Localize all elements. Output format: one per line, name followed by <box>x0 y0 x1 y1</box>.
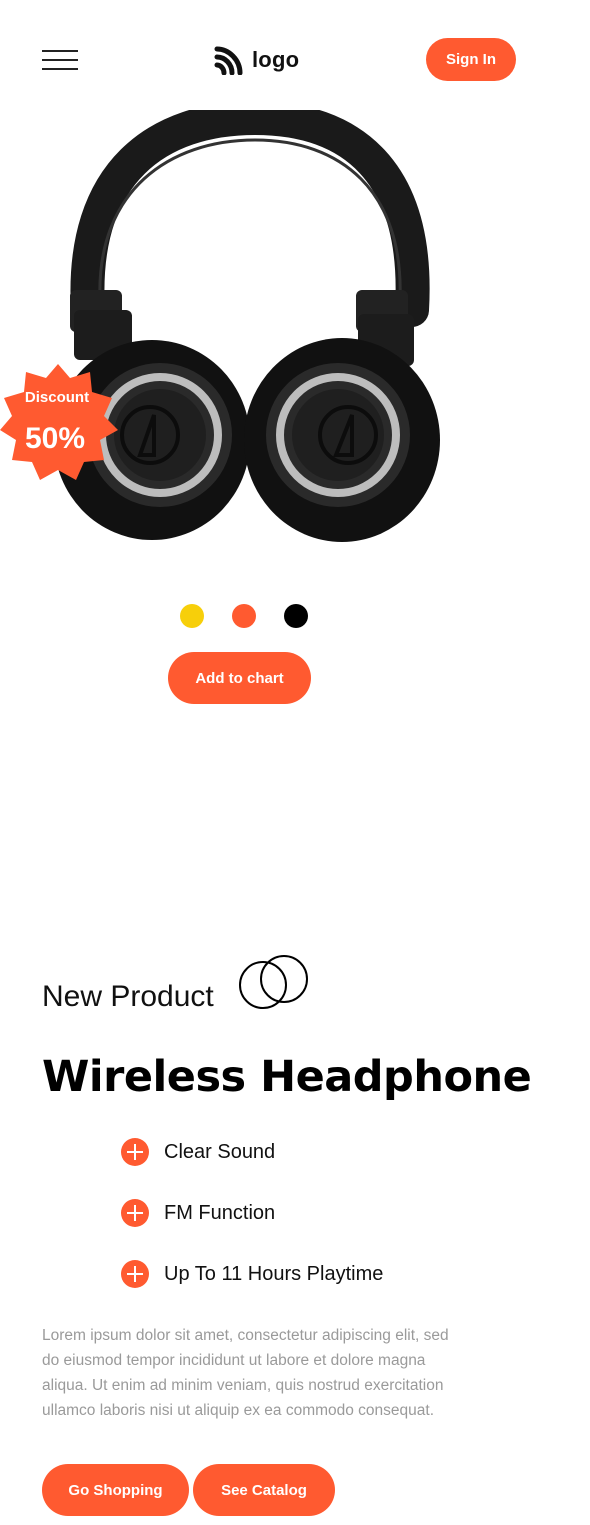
feature-label: FM Function <box>164 1201 276 1224</box>
menu-line <box>42 59 78 61</box>
logo[interactable]: logo <box>214 44 299 76</box>
product-title: Wireless Headphone <box>42 1052 532 1102</box>
feature-label: Up To 11 Hours Playtime <box>164 1262 384 1285</box>
discount-value: 50% <box>24 422 86 455</box>
see-catalog-button[interactable]: See Catalog <box>193 1464 335 1516</box>
hamburger-menu-icon[interactable] <box>42 50 78 72</box>
discount-badge: Discount 50% <box>0 362 122 484</box>
go-shopping-button[interactable]: Go Shopping <box>42 1464 189 1516</box>
product-description: Lorem ipsum dolor sit amet, consectetur … <box>42 1327 449 1419</box>
color-swatch-black[interactable] <box>284 604 308 628</box>
add-to-cart-button[interactable]: Add to chart <box>168 652 311 704</box>
sign-in-button[interactable]: Sign In <box>426 38 516 81</box>
plus-circle-icon <box>121 1138 149 1166</box>
headphones-image <box>54 110 440 542</box>
logo-text: logo <box>252 47 300 72</box>
feature-item: Clear Sound <box>121 1137 275 1167</box>
color-swatch-yellow[interactable] <box>180 604 204 628</box>
menu-line <box>42 50 78 52</box>
feature-label: Clear Sound <box>164 1140 276 1163</box>
plus-circle-icon <box>121 1260 149 1288</box>
discount-label: Discount <box>24 389 90 406</box>
feature-item: Up To 11 Hours Playtime <box>121 1259 383 1289</box>
menu-line <box>42 68 78 70</box>
color-swatch-orange[interactable] <box>232 604 256 628</box>
feature-item: FM Function <box>121 1198 275 1228</box>
signal-waves-icon <box>214 46 243 75</box>
overlapping-circles-icon <box>239 955 308 1009</box>
plus-circle-icon <box>121 1199 149 1227</box>
eyebrow-text: New Product <box>42 980 214 1013</box>
